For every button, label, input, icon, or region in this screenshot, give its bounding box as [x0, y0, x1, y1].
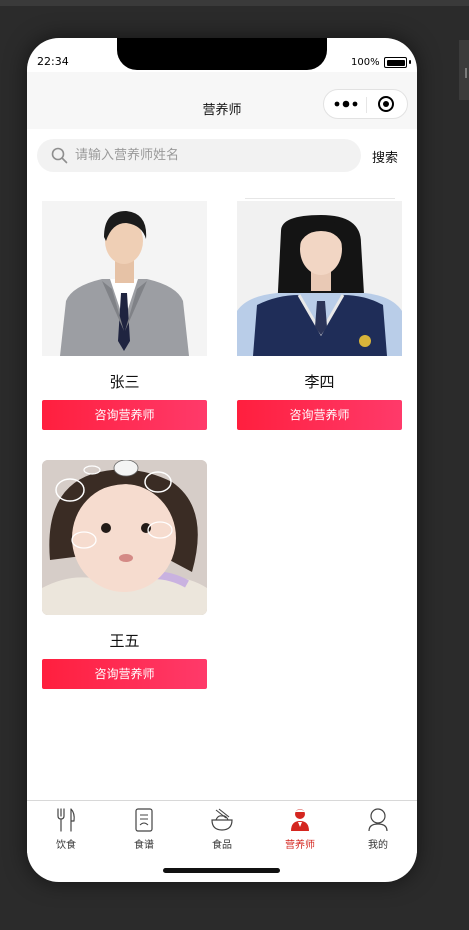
search-input[interactable]: [75, 139, 345, 172]
tab-diet[interactable]: 饮食: [27, 801, 105, 853]
search-bar: [37, 139, 361, 172]
tab-label: 我的: [368, 840, 388, 851]
nutritionist-name: 王五: [109, 632, 140, 650]
search-button[interactable]: 搜索: [372, 147, 398, 166]
search-icon: [51, 147, 68, 164]
tab-recipes[interactable]: 食谱: [105, 801, 183, 853]
navigation-bar: 营养师: [27, 72, 417, 129]
nutritionist-name: 李四: [304, 373, 335, 391]
battery-tip: [409, 60, 411, 64]
tab-food[interactable]: 食品: [183, 801, 261, 853]
divider: [245, 198, 395, 199]
fork-knife-icon: [57, 808, 75, 832]
consult-button[interactable]: 咨询营养师: [42, 659, 207, 689]
nutritionist-photo: [42, 201, 207, 356]
battery-percent: 100%: [351, 57, 380, 68]
tab-label: 食品: [212, 840, 232, 851]
food-bowl-icon: [211, 808, 233, 831]
battery-icon: [384, 57, 407, 68]
nutritionist-photo: [42, 460, 207, 615]
recipe-book-icon: [135, 808, 153, 832]
miniprogram-capsule: [323, 89, 408, 119]
tab-bar: 饮食 食谱 食品 营养师 我的: [27, 800, 417, 853]
nutritionist-icon: [291, 809, 309, 831]
tab-label: 营养师: [285, 840, 315, 851]
home-indicator: [163, 868, 280, 873]
tab-label: 食谱: [134, 840, 154, 851]
more-dots-icon[interactable]: [333, 97, 359, 111]
phone-notch: [117, 38, 327, 70]
tab-nutritionist[interactable]: 营养师: [261, 801, 339, 853]
capsule-divider: [366, 97, 367, 113]
tab-label: 饮食: [56, 840, 76, 851]
devtools-edge-icon: [460, 68, 467, 78]
record-circle-icon[interactable]: [378, 96, 394, 112]
tab-mine[interactable]: 我的: [339, 801, 417, 853]
profile-icon: [368, 808, 388, 832]
phone-frame: 22:34 100% 营养师 搜索: [27, 38, 417, 882]
consult-button[interactable]: 咨询营养师: [237, 400, 402, 430]
devtools-top-strip: [0, 0, 469, 6]
nutritionist-name: 张三: [109, 373, 140, 391]
nutritionist-photo: [237, 201, 402, 356]
consult-button[interactable]: 咨询营养师: [42, 400, 207, 430]
status-time: 22:34: [37, 55, 69, 68]
